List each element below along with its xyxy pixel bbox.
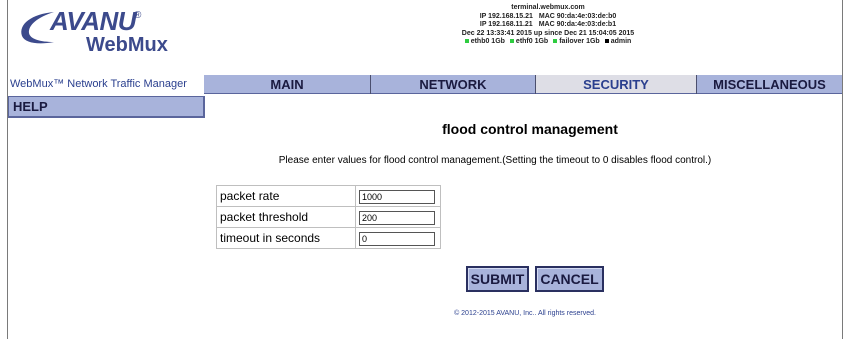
instructions-text: Please enter values for flood control ma… (278, 155, 712, 166)
logo-product-text: WebMux (86, 34, 168, 56)
packet-threshold-input[interactable] (359, 210, 435, 225)
avanu-logo: AVANU ® WebMux (14, 6, 204, 66)
port-status-admin: admin (604, 38, 631, 47)
port-status-ethf0: ethf0 1Gb (509, 38, 548, 47)
tab-network[interactable]: NETWORK (371, 75, 535, 94)
mac-address-2: MAC 90:da:4e:03:de:b1 (538, 21, 617, 28)
packet-rate-cell (355, 185, 441, 207)
form-row-packet-threshold: packet threshold (216, 206, 441, 228)
status-dot-icon (509, 39, 514, 44)
form-row-timeout: timeout in seconds (216, 227, 441, 249)
tab-main[interactable]: MAIN (204, 75, 370, 94)
status-dot-icon (604, 39, 609, 44)
uptime-text: Dec 22 13:33:41 2015 up since Dec 21 15:… (461, 29, 635, 37)
flood-control-form: packet rate packet threshold timeout in … (216, 185, 441, 249)
help-button[interactable]: HELP (8, 96, 205, 118)
packet-rate-input[interactable] (359, 189, 435, 204)
ip-address-1: IP 192.168.15.21 (479, 12, 533, 20)
form-row-packet-rate: packet rate (216, 185, 441, 207)
cancel-button[interactable]: CANCEL (535, 266, 604, 292)
timeout-cell (355, 227, 441, 249)
app-name: WebMux™ Network Traffic Manager (10, 78, 187, 90)
ip-address-2: IP 192.168.11.21 (479, 21, 533, 28)
packet-rate-label: packet rate (216, 185, 356, 207)
main-nav: WebMux™ Network Traffic Manager MAIN NET… (8, 75, 842, 94)
mac-address-1: MAC 90:da:4e:03:de:b0 (538, 12, 617, 20)
header: AVANU ® WebMux terminal.webmux.com IP 19… (8, 0, 842, 70)
tab-miscellaneous[interactable]: MISCELLANEOUS (697, 75, 842, 94)
logo-registered-mark: ® (134, 10, 142, 21)
system-info: terminal.webmux.com IP 192.168.15.21 MAC … (388, 4, 708, 47)
packet-threshold-cell (355, 206, 441, 228)
copyright-footer: © 2012-2015 AVANU, Inc.. All rights rese… (454, 310, 596, 317)
tab-security[interactable]: SECURITY (536, 75, 696, 94)
interface-row-2: IP 192.168.11.21 MAC 90:da:4e:03:de:b1 (388, 21, 708, 30)
status-dot-icon (464, 39, 469, 44)
page-title: flood control management (442, 121, 618, 137)
status-dot-icon (553, 39, 558, 44)
port-status-ethb0: ethb0 1Gb (464, 38, 505, 47)
packet-threshold-label: packet threshold (216, 206, 356, 228)
timeout-input[interactable] (359, 231, 435, 246)
port-status-failover: failover 1Gb (553, 38, 600, 47)
logo-brand-text: AVANU (50, 6, 137, 36)
port-status-list: ethb0 1Gb ethf0 1Gb failover 1Gb admin (388, 38, 708, 47)
interface-row-1: IP 192.168.15.21 MAC 90:da:4e:03:de:b0 (388, 13, 708, 22)
submit-button[interactable]: SUBMIT (466, 266, 529, 292)
timeout-label: timeout in seconds (216, 227, 356, 249)
hostname: terminal.webmux.com (511, 4, 585, 11)
